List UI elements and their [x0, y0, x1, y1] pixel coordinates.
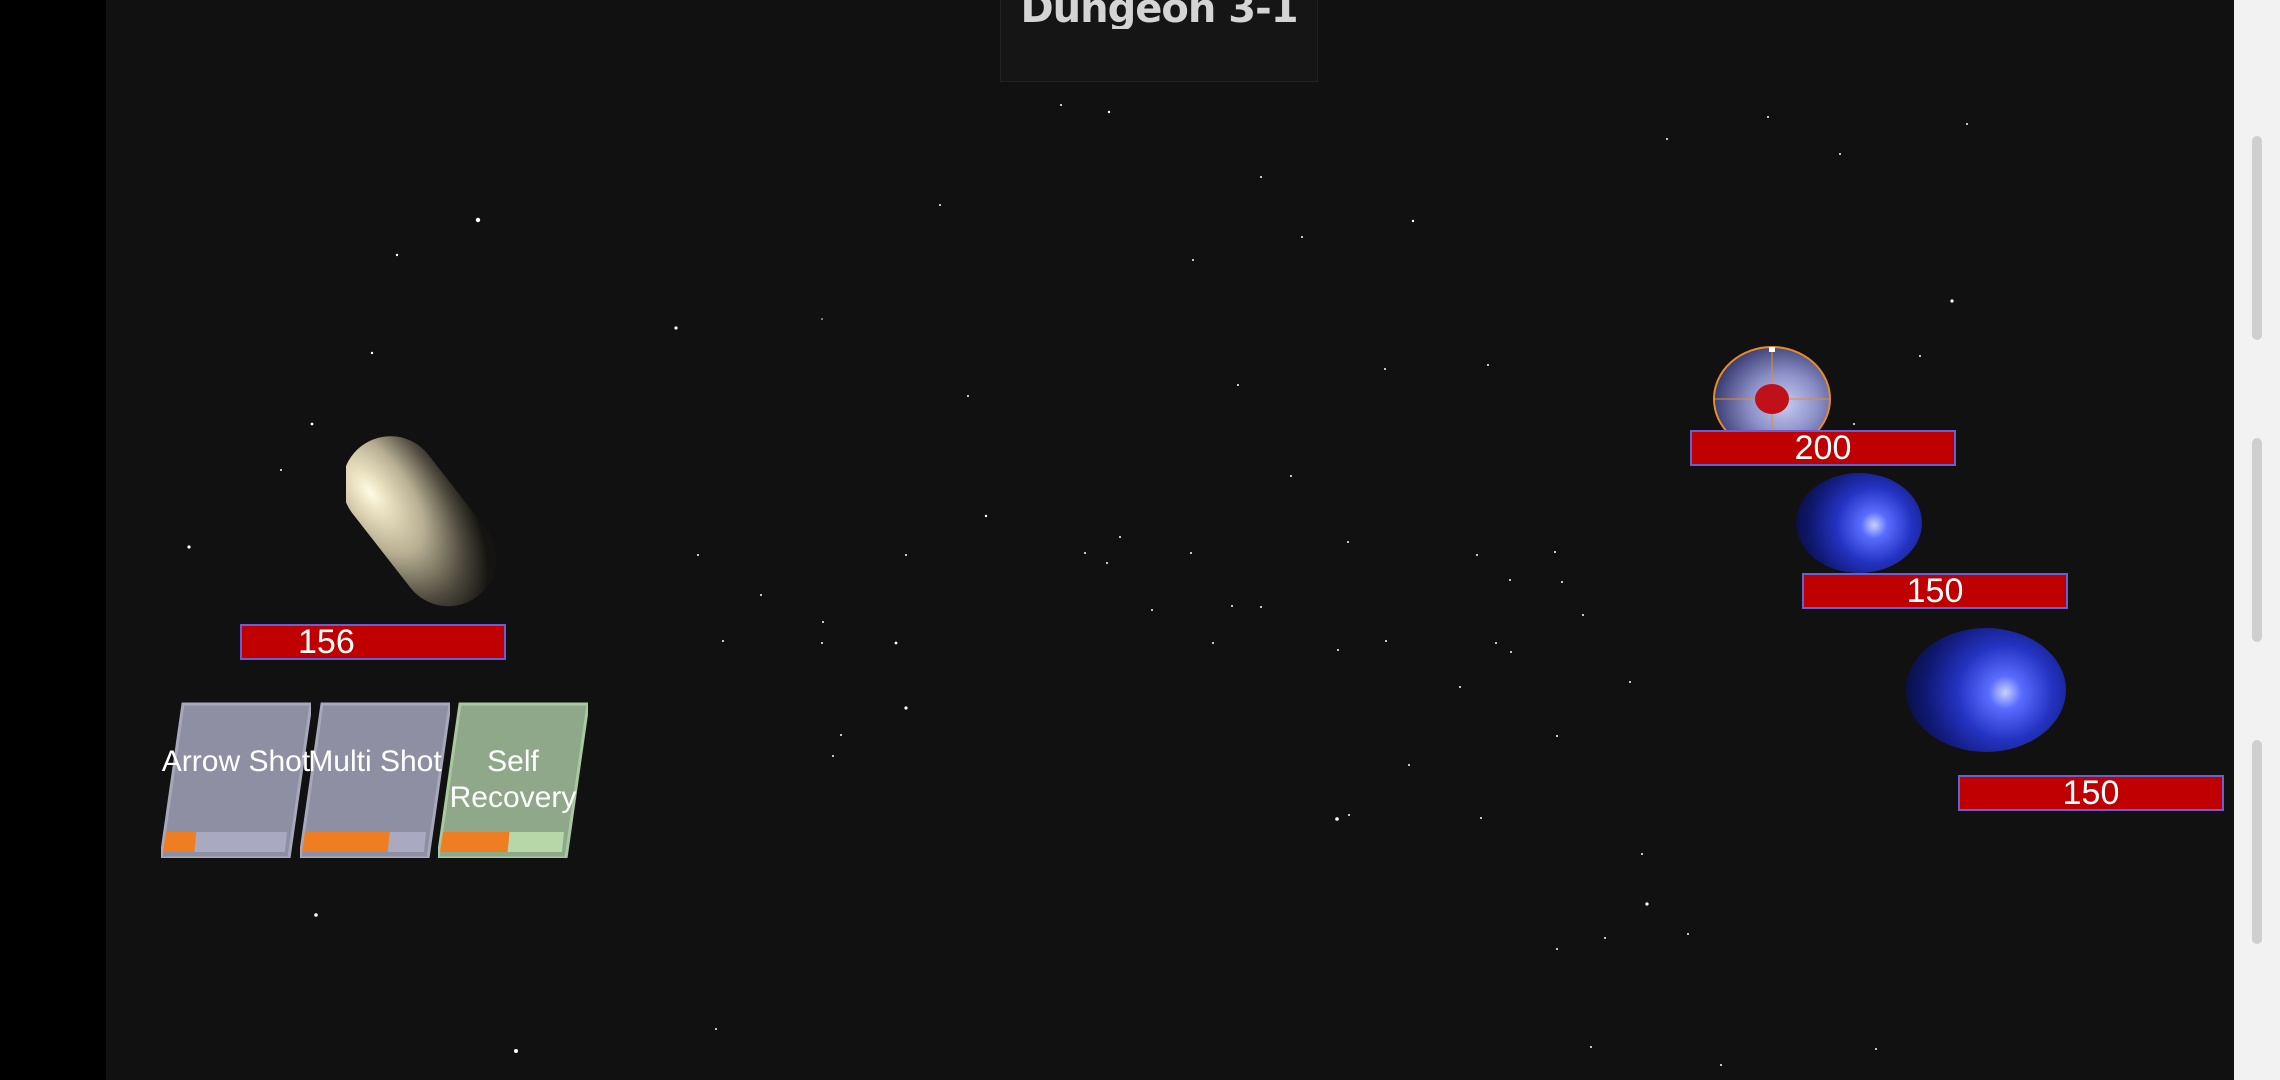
star — [822, 621, 824, 623]
star — [1919, 355, 1921, 357]
game-viewport[interactable]: Dungeon 3-1 156 200 150 150 Arrow Shot M… — [106, 0, 2234, 1080]
player-character[interactable] — [346, 405, 496, 635]
enemy-1-hp-bar: 200 — [1690, 430, 1956, 466]
star — [1408, 764, 1410, 766]
star — [1720, 1064, 1722, 1066]
star — [1495, 642, 1497, 644]
star — [395, 253, 399, 257]
enemy-1-targeted[interactable] — [1710, 344, 1834, 434]
star — [894, 641, 898, 645]
star — [1119, 536, 1121, 538]
star — [370, 351, 374, 355]
star — [1853, 423, 1855, 425]
star — [475, 217, 481, 223]
star — [1290, 475, 1292, 477]
star — [1151, 609, 1153, 611]
star — [1556, 735, 1558, 737]
enemy-2-hp-bar: 150 — [1802, 573, 2068, 609]
star — [1237, 384, 1239, 386]
skill-cooldown-fill — [302, 832, 390, 852]
enemy-3-hp-value: 150 — [2062, 774, 2120, 812]
star — [1192, 259, 1194, 261]
star — [821, 318, 823, 320]
star — [1767, 116, 1769, 118]
star — [939, 204, 941, 206]
star — [1301, 236, 1303, 238]
star — [1260, 176, 1262, 178]
star — [904, 706, 908, 710]
skill-cooldown-fill — [163, 832, 197, 852]
enemy-3-body[interactable] — [1906, 628, 2066, 752]
star — [722, 640, 724, 642]
star — [1839, 153, 1841, 155]
star — [760, 594, 762, 596]
star — [697, 554, 699, 556]
skill-self-recovery-panel — [438, 702, 588, 858]
star — [1582, 614, 1584, 616]
star — [905, 554, 907, 556]
skill-arrow-shot-button[interactable]: Arrow Shot — [161, 702, 311, 858]
star — [514, 1049, 518, 1053]
enemy-3-hp-bar: 150 — [1958, 775, 2224, 811]
star — [1384, 368, 1386, 370]
star — [1641, 853, 1643, 855]
stage-title-panel: Dungeon 3-1 — [1000, 0, 1318, 82]
star — [280, 469, 282, 471]
star — [674, 326, 678, 330]
star — [1347, 541, 1349, 543]
star — [1666, 138, 1668, 140]
star — [314, 913, 318, 917]
star — [1060, 104, 1062, 106]
star — [1645, 902, 1649, 906]
star — [310, 422, 314, 426]
star — [1459, 686, 1461, 688]
star — [1950, 299, 1954, 303]
star — [1556, 948, 1558, 950]
star — [1212, 642, 1214, 644]
star — [1476, 554, 1478, 556]
star — [1480, 817, 1482, 819]
skill-multi-shot-panel — [300, 702, 450, 858]
player-hp-bar: 156 — [240, 624, 506, 660]
star — [840, 734, 842, 736]
player-hp-value: 156 — [298, 623, 355, 661]
star — [1487, 364, 1489, 366]
star — [1604, 937, 1606, 939]
star — [1629, 681, 1631, 683]
star — [715, 1028, 717, 1030]
skill-multi-shot-button[interactable]: Multi Shot — [300, 702, 450, 858]
star — [1106, 562, 1108, 564]
star — [187, 545, 191, 549]
star — [1510, 651, 1512, 653]
star — [1337, 649, 1339, 651]
star — [1335, 817, 1339, 821]
right-edge-scrollbar[interactable] — [2234, 0, 2280, 1080]
star — [1561, 581, 1563, 583]
star — [1348, 814, 1350, 816]
star — [1554, 551, 1556, 553]
skill-arrow-shot-panel — [161, 702, 311, 858]
star — [1260, 606, 1262, 608]
star — [1107, 110, 1111, 114]
star — [1084, 552, 1086, 554]
star — [832, 755, 834, 757]
star — [984, 514, 988, 518]
skill-cooldown-fill — [440, 832, 510, 852]
star — [1687, 933, 1689, 935]
enemy-2-body[interactable] — [1796, 473, 1922, 573]
star — [967, 395, 969, 397]
star — [1231, 605, 1233, 607]
star — [1190, 552, 1192, 554]
star — [1590, 1046, 1592, 1048]
star — [1966, 123, 1968, 125]
enemy-2-hp-value: 150 — [1906, 572, 1964, 610]
star — [1875, 1048, 1877, 1050]
star — [1411, 219, 1415, 223]
stage-title: Dungeon 3-1 — [1020, 0, 1298, 29]
star — [1385, 640, 1387, 642]
star — [821, 642, 823, 644]
skill-self-recovery-button[interactable]: Self Recovery — [438, 702, 588, 858]
enemy-1-hp-value: 200 — [1794, 429, 1852, 467]
star — [1509, 579, 1511, 581]
